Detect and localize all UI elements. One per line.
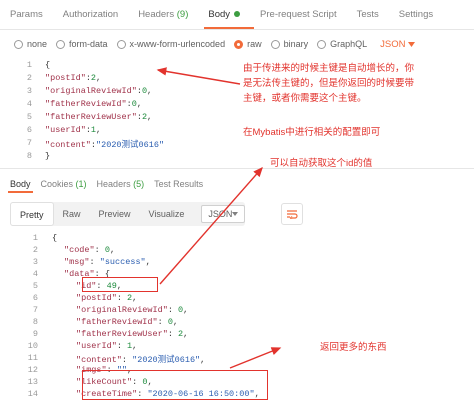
annotation-arrows [156, 67, 282, 369]
